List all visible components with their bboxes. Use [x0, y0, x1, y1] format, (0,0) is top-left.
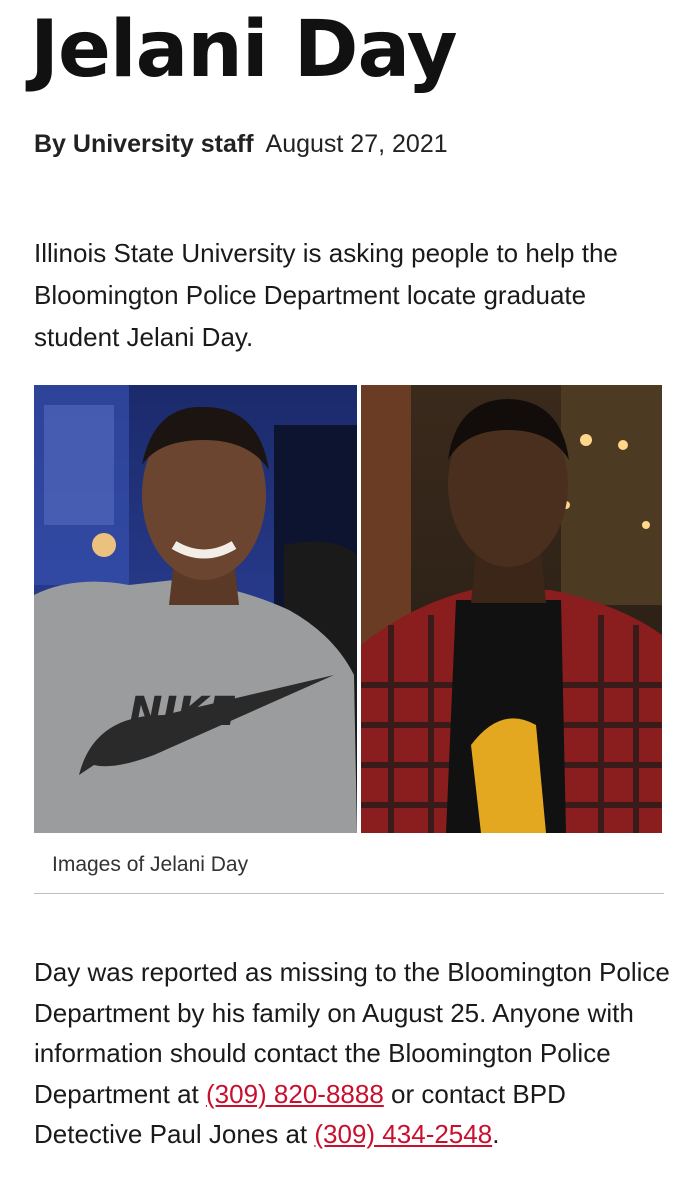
- author[interactable]: By University staff: [34, 130, 254, 158]
- body-text-part3: .: [492, 1119, 500, 1149]
- shirt-logo-text: NIKE: [129, 689, 236, 735]
- photo-right: [361, 385, 662, 833]
- phone-link-bpd[interactable]: (309) 820-8888: [206, 1079, 384, 1109]
- photo-left: NIKE: [34, 385, 357, 833]
- byline: By University staff August 27, 2021: [34, 128, 448, 160]
- article-image[interactable]: NIKE: [34, 385, 662, 833]
- divider: [34, 893, 664, 894]
- article-lede: Illinois State University is asking peop…: [34, 238, 618, 352]
- publish-date: August 27, 2021: [265, 130, 448, 158]
- article-body: Day was reported as missing to the Bloom…: [34, 952, 674, 1155]
- article-title: Jelani Day: [30, 5, 458, 95]
- image-caption: Images of Jelani Day: [52, 853, 249, 876]
- phone-link-detective[interactable]: (309) 434-2548: [314, 1119, 492, 1149]
